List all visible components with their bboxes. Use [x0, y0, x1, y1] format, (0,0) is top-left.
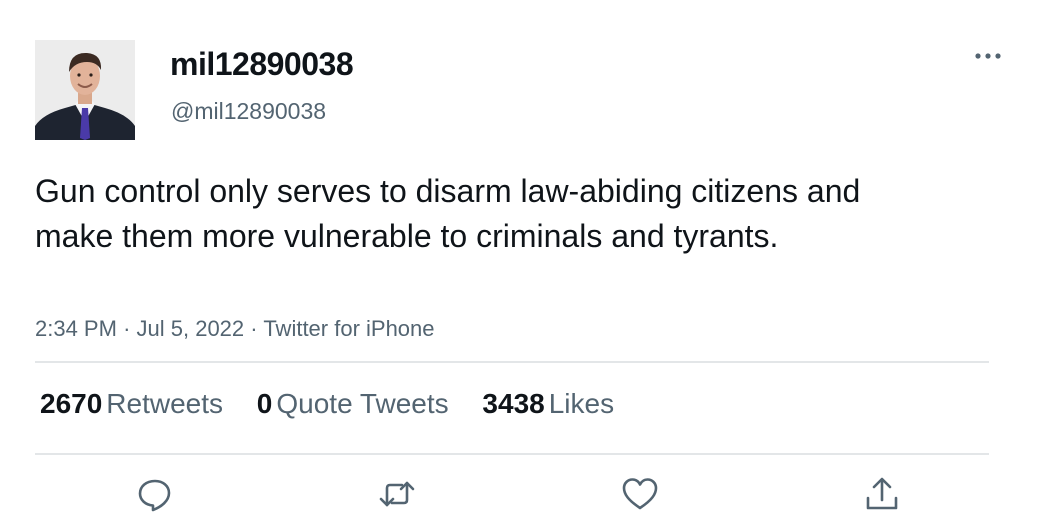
likes-count: 3438	[482, 388, 545, 419]
author-handle[interactable]: @mil12890038	[171, 96, 326, 126]
reply-icon[interactable]	[135, 474, 175, 514]
tweet-meta: 2:34 PM · Jul 5, 2022 · Twitter for iPho…	[35, 314, 435, 344]
tweet-text: Gun control only serves to disarm law-ab…	[35, 173, 861, 254]
retweets-label: Retweets	[106, 388, 224, 419]
quote-tweets-label: Quote Tweets	[276, 388, 449, 419]
author-display-name[interactable]: mil12890038	[170, 44, 354, 84]
retweets-stat[interactable]: 2670 Retweets	[40, 386, 223, 422]
quote-tweets-count: 0	[256, 388, 273, 419]
divider	[35, 453, 989, 455]
like-icon[interactable]	[620, 474, 660, 514]
likes-label: Likes	[548, 388, 615, 419]
tweet-stats: 2670 Retweets 0 Quote Tweets 3438 Likes	[40, 386, 640, 422]
meta-separator: ·	[250, 316, 258, 341]
share-icon[interactable]	[862, 474, 902, 514]
avatar[interactable]	[35, 40, 135, 140]
more-horizontal-icon[interactable]	[972, 42, 1004, 70]
likes-stat[interactable]: 3438 Likes	[482, 386, 614, 422]
retweets-count: 2670	[40, 388, 103, 419]
profile-photo-icon	[35, 40, 135, 140]
tweet-card: mil12890038 @mil12890038 Gun control onl…	[0, 0, 1050, 525]
tweet-date[interactable]: Jul 5, 2022	[137, 316, 245, 341]
quote-tweets-stat[interactable]: 0 Quote Tweets	[257, 386, 449, 422]
tweet-time[interactable]: 2:34 PM	[35, 316, 117, 341]
retweet-icon[interactable]	[377, 474, 417, 514]
divider	[35, 361, 989, 363]
meta-separator: ·	[123, 316, 131, 341]
tweet-source[interactable]: Twitter for iPhone	[263, 316, 434, 341]
